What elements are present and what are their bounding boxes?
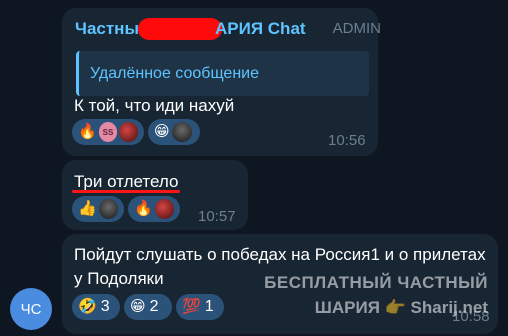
reactor-avatar: [98, 199, 118, 219]
watermark-line-1: БЕСПЛАТНЫЙ ЧАСТНЫЙ: [264, 273, 488, 292]
redaction-mark: [138, 18, 222, 40]
reaction-fire[interactable]: 🔥: [128, 196, 180, 222]
reaction-hundred[interactable]: 💯 1: [176, 294, 224, 320]
reaction-thumbs-up[interactable]: 👍: [72, 196, 124, 222]
message-bubble[interactable]: Частны АРИЯ Chat ADMIN Удалённое сообщен…: [62, 8, 381, 156]
reaction-fire[interactable]: 🔥 SS: [72, 119, 144, 145]
fire-emoji-icon: 🔥: [134, 200, 153, 217]
red-underline: [72, 190, 180, 193]
watermark-line-2: ШАРИЯ 👉 Sharij.net: [314, 298, 488, 317]
grinning-emoji-icon: 😁: [154, 123, 170, 140]
reaction-grinning[interactable]: 😁: [148, 119, 200, 145]
reply-quote-text: Удалённое сообщение: [90, 65, 259, 82]
reactor-avatar: [171, 122, 192, 142]
reactor-avatar: [154, 199, 174, 219]
fire-emoji-icon: 🔥: [78, 123, 97, 140]
rofl-emoji-icon: 🤣: [78, 298, 97, 315]
sender-name-suffix[interactable]: АРИЯ Chat: [215, 19, 306, 39]
watermark: БЕСПЛАТНЫЙ ЧАСТНЫЙ ШАРИЯ 👉 Sharij.net: [264, 271, 498, 333]
reaction-count: 2: [149, 298, 159, 315]
message-time: 10:56: [328, 132, 366, 149]
reaction-rofl[interactable]: 🤣 3: [72, 294, 120, 320]
sender-name[interactable]: Частны: [75, 19, 139, 39]
message-text: К той, что иди нахуй: [74, 96, 235, 115]
reactor-avatar: SS: [98, 122, 118, 142]
thumbs-up-emoji-icon: 👍: [78, 200, 97, 217]
reaction-grinning[interactable]: 😁 2: [124, 294, 172, 320]
chat-view: Частны АРИЯ Chat ADMIN Удалённое сообщен…: [0, 0, 508, 336]
reactor-avatar: [119, 122, 138, 142]
sender-line: Частны АРИЯ Chat ADMIN: [75, 18, 381, 42]
reaction-count: 1: [204, 298, 214, 315]
grinning-emoji-icon: 😁: [130, 298, 146, 315]
message-time: 10:57: [198, 208, 236, 225]
reaction-count: 3: [100, 298, 110, 315]
hundred-points-emoji-icon: 💯: [182, 298, 201, 315]
admin-badge: ADMIN: [332, 20, 381, 37]
sender-avatar[interactable]: ЧС: [10, 288, 52, 330]
reply-quote[interactable]: Удалённое сообщение: [76, 51, 369, 96]
message-bubble[interactable]: Три отлетело 👍 🔥 10:57: [62, 160, 248, 230]
